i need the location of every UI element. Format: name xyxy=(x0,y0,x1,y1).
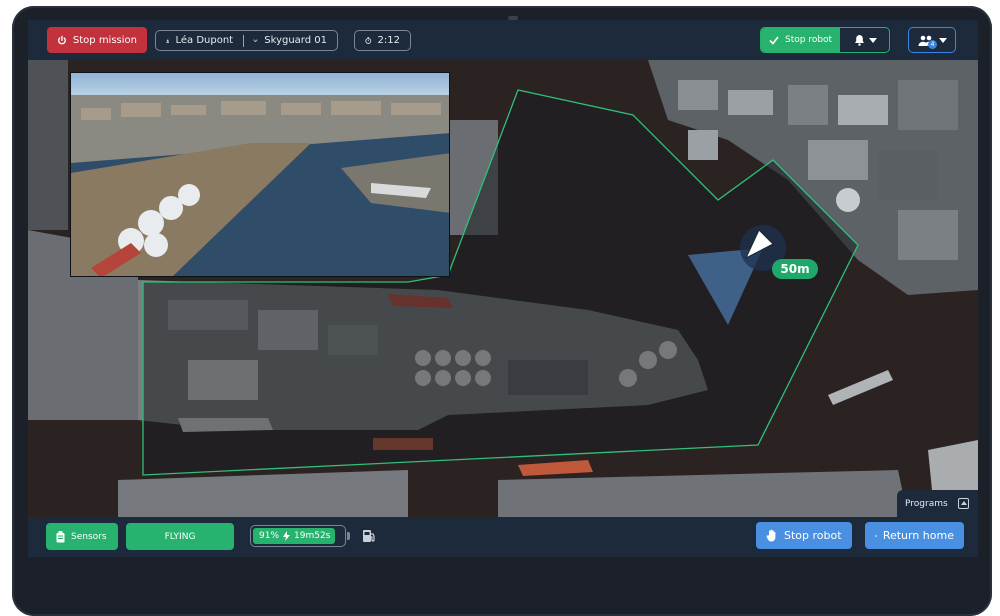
battery-percent: 91% xyxy=(259,531,279,541)
hand-icon xyxy=(766,529,778,542)
bell-icon xyxy=(854,34,865,46)
programs-toggle[interactable]: Programs xyxy=(897,490,978,517)
lightning-icon xyxy=(283,531,290,541)
chevron-up-box-icon xyxy=(958,498,969,509)
chevron-down-icon xyxy=(869,38,877,43)
home-icon xyxy=(875,530,877,542)
sensors-label: Sensors xyxy=(71,532,107,542)
stop-robot-top-label: Stop robot xyxy=(785,35,832,45)
operator-robot-pill[interactable]: Léa Dupont Skyguard 01 xyxy=(155,30,338,51)
mission-timer-value: 2:12 xyxy=(378,35,400,46)
bottom-bar: Sensors FLYING 91% 19m52s Stop robot Ret… xyxy=(28,517,978,557)
battery-indicator: 91% 19m52s xyxy=(250,525,346,547)
stop-robot-top-button[interactable]: Stop robot xyxy=(761,28,840,52)
mission-map[interactable]: 50m Programs xyxy=(28,60,978,517)
stopwatch-icon xyxy=(365,35,372,46)
distance-badge: 50m xyxy=(772,259,818,279)
sensor-icon xyxy=(56,531,65,543)
battery-tip xyxy=(347,532,350,540)
notifications-dropdown[interactable] xyxy=(846,34,885,46)
battery-fill: 91% 19m52s xyxy=(253,528,335,544)
camera-feed-image xyxy=(71,73,450,277)
flight-status: FLYING xyxy=(126,523,234,550)
operator-name: Léa Dupont xyxy=(175,35,233,46)
power-icon xyxy=(57,35,67,46)
stop-robot-button[interactable]: Stop robot xyxy=(756,522,852,549)
flight-status-label: FLYING xyxy=(165,532,196,542)
user-icon xyxy=(166,36,169,46)
chevron-down-icon xyxy=(939,38,947,43)
return-home-label: Return home xyxy=(883,529,954,542)
return-home-button[interactable]: Return home xyxy=(865,522,964,549)
stop-robot-toggle[interactable]: Stop robot xyxy=(760,27,890,53)
stop-mission-label: Stop mission xyxy=(73,35,137,46)
team-count-badge: 4 xyxy=(928,40,937,49)
stop-robot-label: Stop robot xyxy=(784,529,842,542)
battery-time: 19m52s xyxy=(294,531,330,541)
mission-timer: 2:12 xyxy=(354,30,411,51)
drone-icon xyxy=(253,36,258,46)
programs-label: Programs xyxy=(905,499,948,509)
robot-name: Skyguard 01 xyxy=(264,35,327,46)
check-icon xyxy=(769,36,779,45)
top-bar: Stop mission Léa Dupont Skyguard 01 2:12… xyxy=(28,20,978,60)
stop-mission-button[interactable]: Stop mission xyxy=(47,27,147,53)
fuel-icon[interactable] xyxy=(361,528,377,544)
team-dropdown[interactable]: 4 xyxy=(908,27,956,53)
sensors-button[interactable]: Sensors xyxy=(46,523,118,550)
camera-feed-inset[interactable] xyxy=(70,72,450,277)
app-screen: Stop mission Léa Dupont Skyguard 01 2:12… xyxy=(28,20,978,557)
